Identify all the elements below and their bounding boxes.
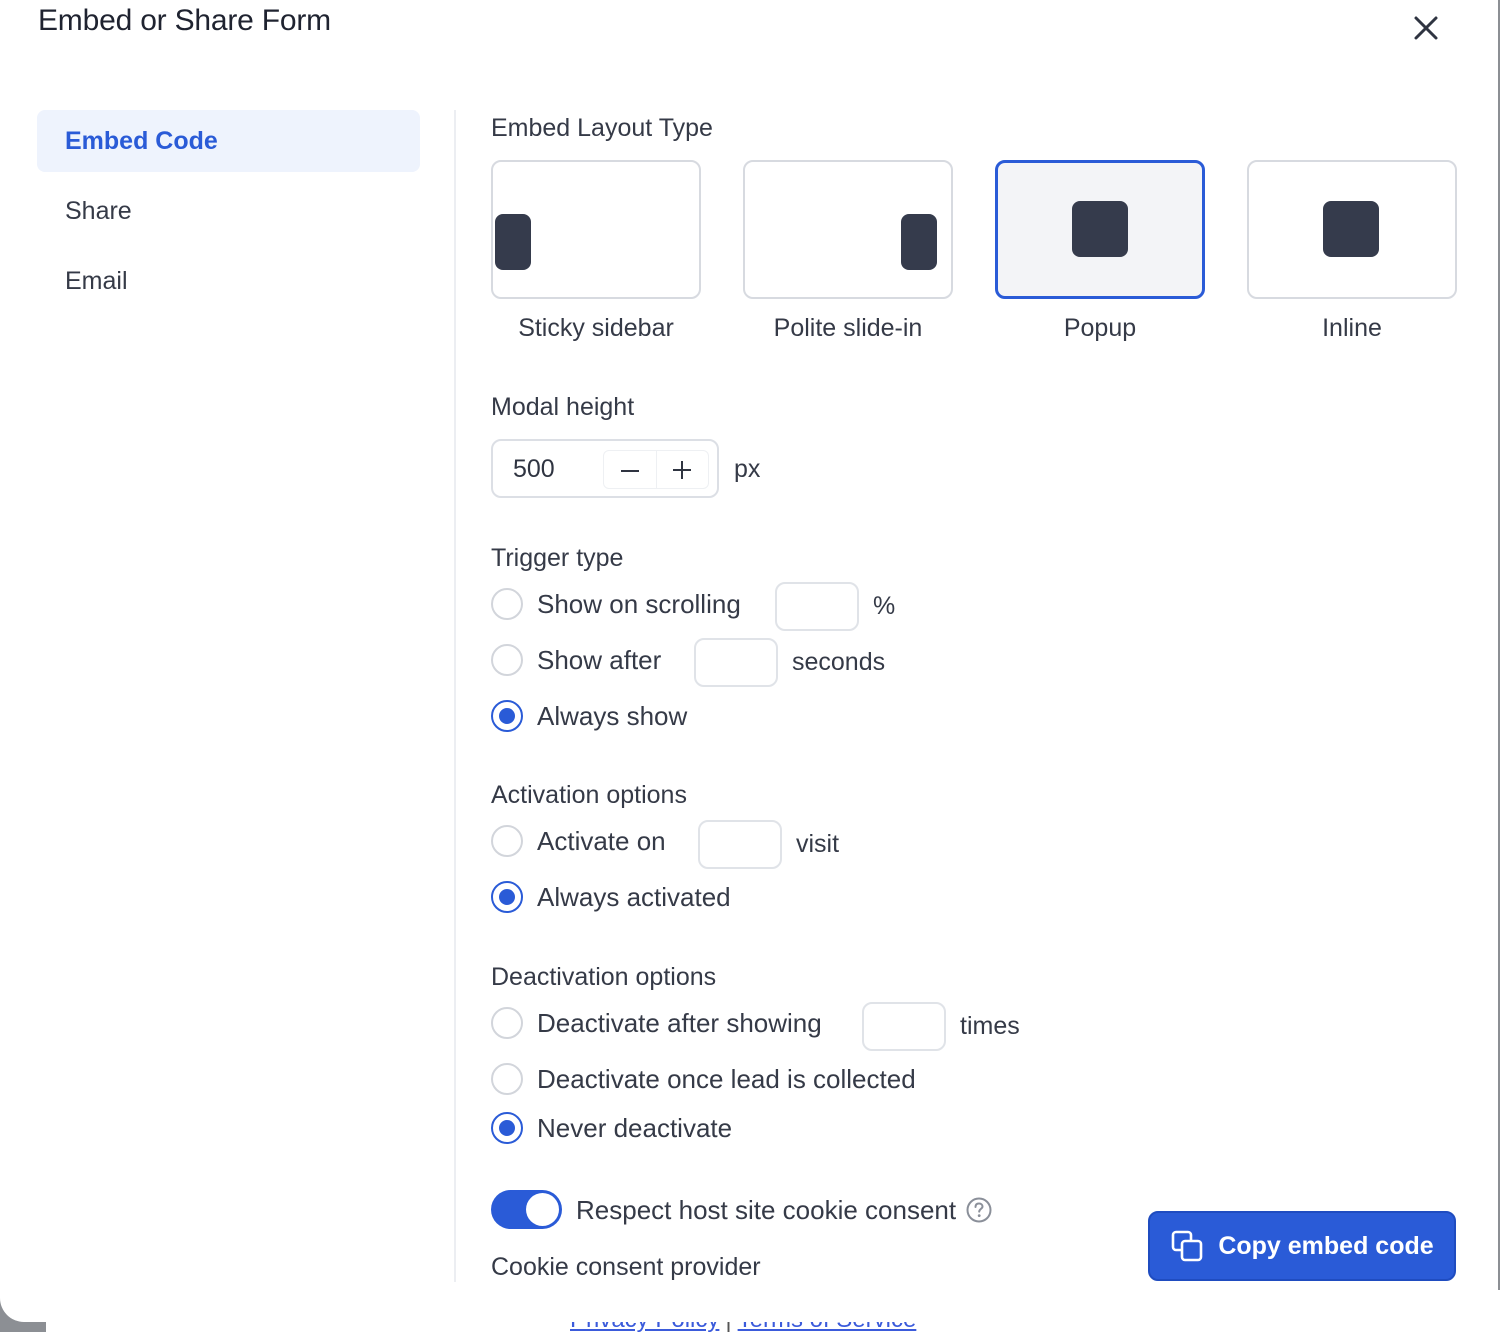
- sticky-sidebar-preview-icon: [495, 214, 531, 270]
- layout-label-sticky-sidebar: Sticky sidebar: [518, 314, 674, 342]
- radio-always-show[interactable]: Always show: [491, 699, 687, 733]
- trigger-type-label: Trigger type: [491, 544, 624, 572]
- copy-button-label: Copy embed code: [1218, 1231, 1434, 1260]
- deactivation-options-label: Deactivation options: [491, 963, 717, 991]
- radio-always-activated[interactable]: Always activated: [491, 880, 731, 914]
- radio-button-checked[interactable]: [491, 881, 523, 913]
- toggle-knob: [526, 1193, 559, 1226]
- nav-item-label: Embed Code: [65, 126, 218, 155]
- radio-button-checked[interactable]: [491, 1112, 523, 1144]
- radio-show-on-scrolling[interactable]: Show on scrolling: [491, 587, 741, 621]
- copy-embed-code-button[interactable]: Copy embed code: [1148, 1211, 1456, 1281]
- activate-on-unit: visit: [796, 830, 840, 858]
- radio-label: Always show: [537, 700, 688, 731]
- layout-option-polite-slide-in[interactable]: [743, 160, 953, 299]
- radio-button[interactable]: [491, 1063, 523, 1095]
- radio-deactivate-once-lead[interactable]: Deactivate once lead is collected: [491, 1062, 916, 1096]
- layout-option-sticky-sidebar[interactable]: [491, 160, 701, 299]
- radio-button[interactable]: [491, 1007, 523, 1039]
- layout-option-inline[interactable]: [1247, 160, 1457, 299]
- deactivate-times-input[interactable]: [862, 1002, 946, 1051]
- copy-icon: [1172, 1230, 1203, 1262]
- popup-preview-icon: [1072, 201, 1128, 257]
- modal-title: Embed or Share Form: [38, 4, 331, 37]
- cookie-consent-toggle[interactable]: [491, 1190, 562, 1229]
- show-after-seconds-input[interactable]: [694, 638, 778, 687]
- side-nav: Embed Code Share Email: [37, 110, 420, 320]
- radio-label: Activate on: [537, 825, 666, 856]
- nav-item-embed-code[interactable]: Embed Code: [37, 110, 420, 172]
- radio-label: Show on scrolling: [537, 588, 741, 619]
- cookie-provider-label: Cookie consent provider: [491, 1253, 761, 1281]
- layout-label-inline: Inline: [1322, 314, 1382, 342]
- show-after-unit: seconds: [792, 648, 886, 676]
- scroll-percent-unit: %: [873, 592, 896, 620]
- close-button[interactable]: [1406, 8, 1446, 48]
- radio-button-checked[interactable]: [491, 700, 523, 732]
- radio-button[interactable]: [491, 588, 523, 620]
- nav-item-share[interactable]: Share: [37, 180, 420, 242]
- radio-deactivate-after-showing[interactable]: Deactivate after showing: [491, 1006, 822, 1040]
- nav-item-label: Share: [65, 196, 132, 225]
- layout-label-popup: Popup: [1063, 314, 1137, 342]
- nav-item-label: Email: [65, 266, 128, 295]
- scroll-percent-input[interactable]: [775, 582, 859, 631]
- close-icon: [1414, 16, 1438, 40]
- activate-on-visit-input[interactable]: [698, 820, 782, 869]
- deactivate-times-unit: times: [960, 1012, 1020, 1040]
- nav-item-email[interactable]: Email: [37, 250, 420, 312]
- radio-button[interactable]: [491, 825, 523, 857]
- radio-button[interactable]: [491, 644, 523, 676]
- modal-height-unit: px: [734, 455, 761, 483]
- modal-height-label: Modal height: [491, 393, 635, 421]
- activation-options-label: Activation options: [491, 781, 687, 809]
- radio-label: Never deactivate: [537, 1112, 733, 1143]
- radio-label: Always activated: [537, 881, 731, 912]
- minus-icon: [620, 469, 639, 472]
- radio-label: Deactivate once lead is collected: [537, 1063, 916, 1094]
- plus-icon: [673, 460, 692, 479]
- modal-height-input[interactable]: 500: [513, 455, 555, 484]
- embed-share-modal: Embed or Share Form Embed Code Share Ema…: [0, 0, 1498, 1322]
- increment-button[interactable]: [655, 451, 708, 488]
- radio-show-after[interactable]: Show after: [491, 643, 661, 677]
- radio-label: Deactivate after showing: [537, 1007, 822, 1038]
- radio-label: Show after: [537, 644, 662, 675]
- stepper-buttons: [603, 450, 709, 489]
- layout-label-polite-slide-in: Polite slide-in: [773, 314, 923, 342]
- vertical-divider: [454, 110, 456, 1282]
- layout-section-label: Embed Layout Type: [491, 114, 713, 142]
- decrement-button[interactable]: [604, 451, 656, 488]
- radio-never-deactivate[interactable]: Never deactivate: [491, 1111, 732, 1145]
- layout-option-popup[interactable]: [995, 160, 1205, 299]
- slide-in-preview-icon: [901, 214, 937, 270]
- cookie-consent-toggle-label: Respect host site cookie consent: [576, 1195, 957, 1225]
- radio-activate-on[interactable]: Activate on: [491, 824, 666, 858]
- help-question-icon[interactable]: [966, 1197, 992, 1223]
- modal-height-stepper: 500: [491, 439, 719, 498]
- inline-preview-icon: [1323, 201, 1379, 257]
